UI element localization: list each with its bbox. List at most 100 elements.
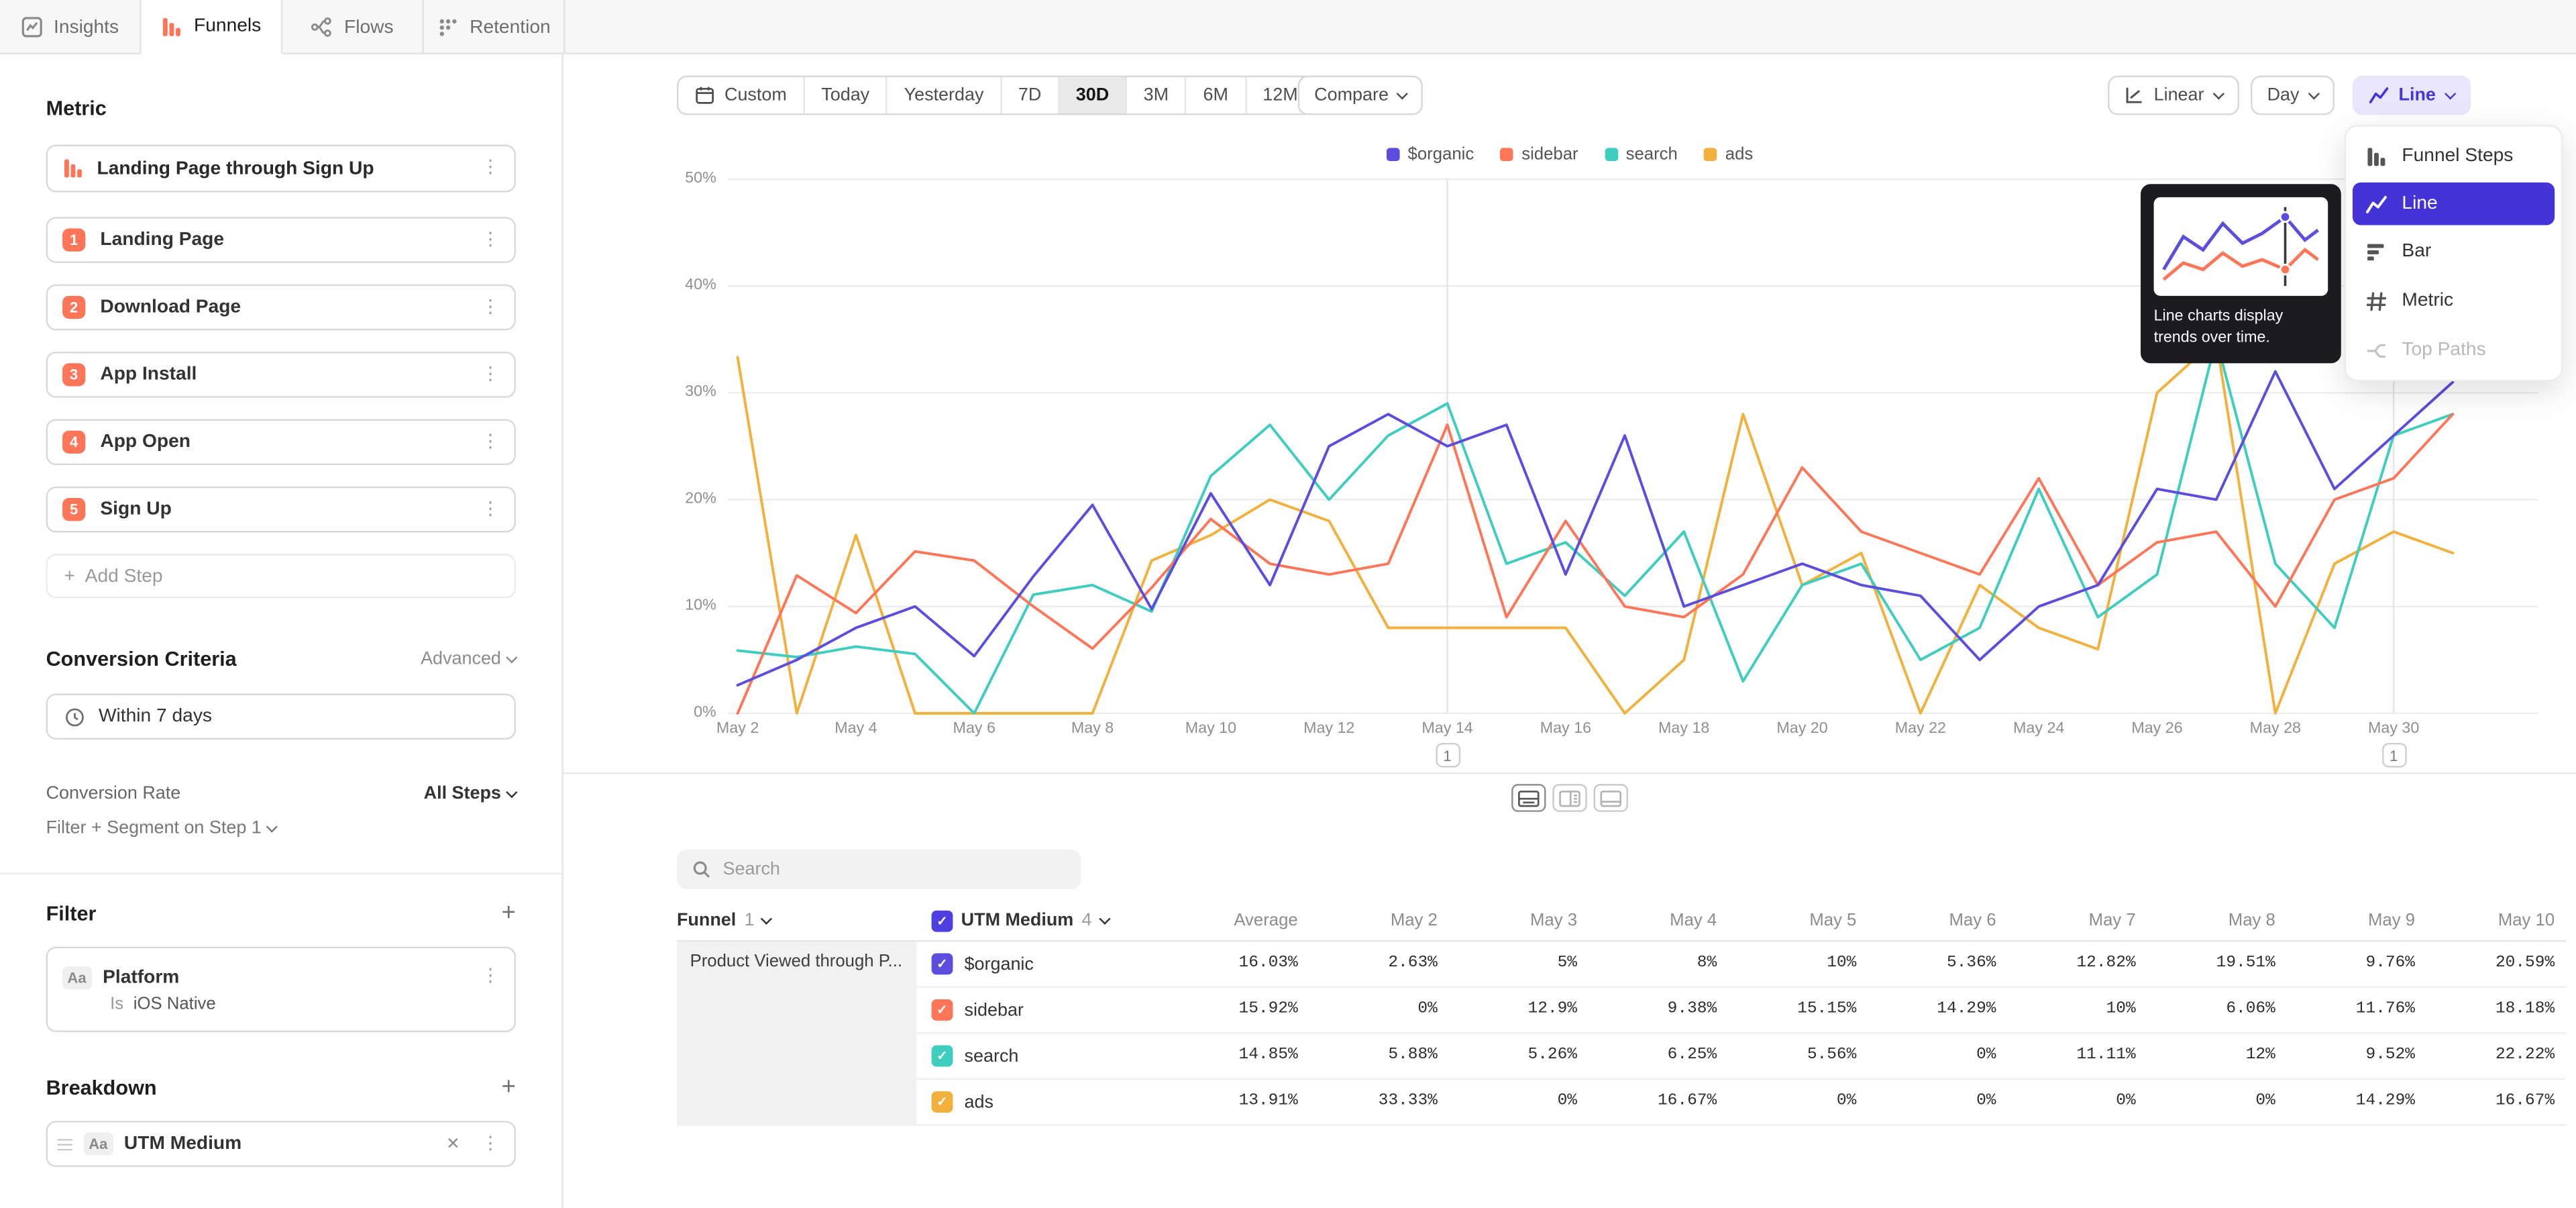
kebab-menu-icon[interactable]: ⋮ xyxy=(482,968,500,986)
range-30d-button[interactable]: 30D xyxy=(1059,77,1127,113)
value-cell: 16.03% xyxy=(1178,955,1301,973)
value-cell: 8% xyxy=(1580,955,1720,973)
menu-item-metric[interactable]: Metric xyxy=(2346,276,2561,325)
legend-item-organic: $organic xyxy=(1387,145,1474,164)
add-filter-button[interactable]: + xyxy=(502,901,516,925)
layout-split-horizontal-button[interactable] xyxy=(1511,784,1546,812)
step-number-badge: 1 xyxy=(62,228,85,251)
remove-breakdown-icon[interactable]: ✕ xyxy=(446,1135,460,1153)
step-label: App Open xyxy=(100,432,466,452)
tab-insights[interactable]: Insights xyxy=(0,0,142,54)
value-cell: 19.51% xyxy=(2139,955,2279,973)
funnel-column-header[interactable]: Funnel1 xyxy=(677,911,932,930)
kebab-menu-icon[interactable]: ⋮ xyxy=(482,160,500,178)
annotation-badge[interactable]: 1 xyxy=(2381,743,2406,768)
value-cell: 14.29% xyxy=(1860,1001,1999,1019)
funnel-step-download-page[interactable]: 2Download Page⋮ xyxy=(46,285,516,331)
legend-item-ads: ads xyxy=(1704,145,1753,164)
y-axis-label: 10% xyxy=(651,597,716,615)
filter-value[interactable]: iOS Native xyxy=(133,993,216,1013)
funnel-step-app-install[interactable]: 3App Install⋮ xyxy=(46,352,516,398)
x-axis-label: May 24 xyxy=(1993,720,2085,738)
layout-chart-only-button[interactable] xyxy=(1594,784,1628,812)
tab-retention[interactable]: Retention xyxy=(424,0,566,54)
series-checkbox[interactable]: ✓ xyxy=(932,1046,953,1067)
funnel-title-card[interactable]: Landing Page through Sign Up ⋮ xyxy=(46,145,516,193)
compare-dropdown[interactable]: Compare xyxy=(1298,76,1424,115)
kebab-menu-icon[interactable]: ⋮ xyxy=(482,231,500,249)
menu-item-funnel-steps[interactable]: Funnel Steps xyxy=(2346,132,2561,181)
kebab-menu-icon[interactable]: ⋮ xyxy=(482,1135,500,1153)
menu-item-label: Top Paths xyxy=(2402,340,2485,360)
value-cell: 20.59% xyxy=(2418,955,2558,973)
kebab-menu-icon[interactable]: ⋮ xyxy=(482,366,500,384)
value-cell: 15.92% xyxy=(1178,1001,1301,1019)
annotation-badge[interactable]: 1 xyxy=(1435,743,1460,768)
filter-operator[interactable]: Is xyxy=(110,993,123,1013)
series-name: sidebar xyxy=(965,1000,1024,1019)
tab-flows[interactable]: Flows xyxy=(282,0,424,54)
legend-swatch xyxy=(1605,148,1618,161)
menu-item-bar[interactable]: Bar xyxy=(2346,227,2561,276)
custom-range-button[interactable]: Custom xyxy=(678,77,804,113)
value-cell: 14.85% xyxy=(1178,1047,1301,1065)
funnel-step-sign-up[interactable]: 5Sign Up⋮ xyxy=(46,487,516,533)
menu-item-line[interactable]: Line xyxy=(2353,183,2555,225)
filter-segment-dropdown[interactable]: Filter + Segment on Step 1 xyxy=(46,819,516,838)
x-axis-label: May 2 xyxy=(692,720,784,738)
today-button[interactable]: Today xyxy=(805,77,888,113)
layout-split-vertical-button[interactable] xyxy=(1552,784,1587,812)
chart-type-dropdown[interactable]: Line xyxy=(2353,76,2470,115)
scale-dropdown[interactable]: Linear xyxy=(2108,76,2239,115)
all-steps-dropdown[interactable]: All Steps xyxy=(424,784,516,803)
yesterday-button[interactable]: Yesterday xyxy=(888,77,1002,113)
kebab-menu-icon[interactable]: ⋮ xyxy=(482,433,500,451)
breakdown-count: 4 xyxy=(1082,911,1092,930)
filter-property-label: Platform xyxy=(103,967,470,987)
range-7d-button[interactable]: 7D xyxy=(1002,77,1059,113)
legend-swatch xyxy=(1387,148,1400,161)
value-cell: 2.63% xyxy=(1301,955,1441,973)
granularity-dropdown[interactable]: Day xyxy=(2251,76,2334,115)
kebab-menu-icon[interactable]: ⋮ xyxy=(482,298,500,316)
range-6m-button[interactable]: 6M xyxy=(1187,77,1246,113)
series-checkbox[interactable]: ✓ xyxy=(932,999,953,1021)
chart-table-divider xyxy=(564,772,2576,774)
series-name-cell: ✓ads xyxy=(932,1091,1178,1113)
series-name-cell: ✓ sidebar xyxy=(932,999,1178,1021)
value-cell: 9.52% xyxy=(2279,1047,2418,1065)
conversion-window-card[interactable]: Within 7 days xyxy=(46,693,516,740)
drag-handle-icon[interactable] xyxy=(58,1138,72,1150)
value-cell: 0% xyxy=(1860,1093,1999,1111)
add-step-button[interactable]: + Add Step xyxy=(46,554,516,598)
line-chart-preview xyxy=(2154,197,2328,296)
x-axis-label: May 20 xyxy=(1756,720,1848,738)
search-input[interactable] xyxy=(723,860,1067,879)
table-row-sidebar: ✓sidebar15.92%0%12.9%9.38%15.15%14.29%10… xyxy=(677,988,2566,1034)
advanced-dropdown[interactable]: Advanced xyxy=(421,649,516,668)
column-header-may-6: May 6 xyxy=(1860,911,1999,930)
breakdown-card-utm-medium[interactable]: Aa UTM Medium ✕ ⋮ xyxy=(46,1121,516,1167)
value-cell: 16.67% xyxy=(2418,1093,2558,1111)
y-axis-label: 50% xyxy=(651,169,716,187)
tab-funnels[interactable]: Funnels xyxy=(142,0,283,54)
funnel-step-landing-page[interactable]: 1Landing Page⋮ xyxy=(46,217,516,263)
conversion-criteria-heading: Conversion Criteria xyxy=(46,648,237,670)
value-cell: 11.11% xyxy=(1999,1047,2139,1065)
filter-segment-label: Filter + Segment on Step 1 xyxy=(46,819,262,838)
tab-label: Funnels xyxy=(194,16,261,36)
step-label: App Install xyxy=(100,365,466,385)
kebab-menu-icon[interactable]: ⋮ xyxy=(482,501,500,519)
retention-icon xyxy=(437,16,458,38)
breakdown-column-header[interactable]: ✓UTM Medium4 xyxy=(932,910,1178,932)
select-all-checkbox[interactable]: ✓ xyxy=(932,910,953,932)
series-checkbox[interactable]: ✓ xyxy=(932,953,953,974)
value-cell: 5% xyxy=(1441,955,1580,973)
funnel-step-app-open[interactable]: 4App Open⋮ xyxy=(46,419,516,465)
filter-heading: Filter xyxy=(46,901,97,924)
tab-label: Flows xyxy=(344,17,394,37)
filter-card-platform[interactable]: Aa Platform ⋮ Is iOS Native xyxy=(46,947,516,1032)
range-3m-button[interactable]: 3M xyxy=(1127,77,1187,113)
add-breakdown-button[interactable]: + xyxy=(502,1075,516,1100)
series-checkbox[interactable]: ✓ xyxy=(932,1091,953,1113)
